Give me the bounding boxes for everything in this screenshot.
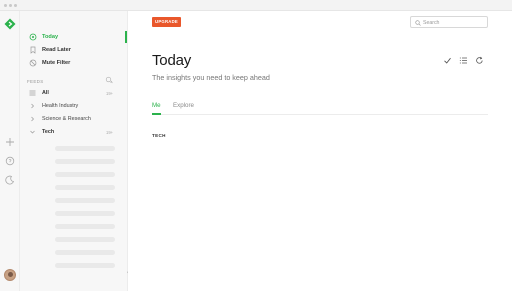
today-icon — [29, 33, 37, 41]
feed-item-label: All — [42, 90, 49, 96]
active-tab-indicator — [152, 113, 161, 115]
sidebar-item-today[interactable]: Today — [20, 31, 127, 43]
sidebar-item-mute-filter[interactable]: Mute Filter — [20, 57, 127, 69]
loading-placeholder — [55, 250, 115, 255]
feed-item-label: Health Industry — [42, 103, 79, 109]
user-avatar[interactable] — [4, 269, 16, 281]
section-label: TECH — [152, 133, 166, 138]
loading-placeholder — [55, 172, 115, 177]
search-box[interactable] — [410, 16, 488, 28]
add-icon[interactable] — [5, 137, 15, 147]
loading-placeholder — [55, 146, 115, 151]
feed-item-science-research[interactable]: Science & Research — [20, 113, 127, 125]
mute-icon — [29, 59, 37, 67]
loading-placeholder — [55, 185, 115, 190]
loading-placeholder — [55, 159, 115, 164]
loading-placeholder — [55, 211, 115, 216]
refresh-icon[interactable] — [475, 56, 484, 65]
bookmark-icon — [30, 46, 36, 54]
sidebar-item-label: Mute Filter — [42, 60, 71, 66]
feed-item-all[interactable]: All 19+ — [20, 87, 127, 99]
page-title: Today — [152, 52, 192, 69]
sidebar-item-label: Today — [42, 34, 59, 40]
chevron-right-icon[interactable] — [29, 116, 36, 122]
unread-count: 19+ — [106, 129, 114, 135]
window-dot — [14, 4, 17, 7]
mark-as-read-icon[interactable] — [443, 56, 452, 65]
feed-item-health-industry[interactable]: Health Industry — [20, 100, 127, 112]
active-indicator — [125, 31, 127, 43]
loading-placeholder — [55, 198, 115, 203]
feed-item-tech[interactable]: Tech 19+ — [20, 126, 127, 138]
icon-rail — [0, 11, 20, 291]
help-icon[interactable] — [5, 156, 15, 166]
page-subtitle: The insights you need to keep ahead — [152, 73, 270, 82]
search-input[interactable] — [423, 18, 485, 27]
window-dot — [9, 4, 12, 7]
loading-placeholder — [55, 224, 115, 229]
feed-item-label: Science & Research — [42, 116, 91, 122]
feedly-logo-icon[interactable] — [4, 18, 16, 30]
night-mode-icon[interactable] — [5, 175, 15, 185]
tab-divider — [152, 114, 488, 115]
list-view-icon[interactable] — [459, 56, 468, 65]
main-content: UPGRADE Today The insights you need to k… — [128, 11, 512, 291]
search-icon — [415, 19, 421, 26]
tab-me[interactable]: Me — [152, 102, 161, 109]
add-feed-icon[interactable] — [105, 76, 113, 84]
upgrade-button[interactable]: UPGRADE — [152, 17, 181, 27]
window-dot — [4, 4, 7, 7]
chevron-down-icon[interactable] — [29, 129, 36, 135]
sidebar: Today Read Later Mute Filter FEEDS All 1… — [20, 11, 128, 291]
feed-item-label: Tech — [42, 129, 55, 135]
sidebar-item-label: Read Later — [42, 47, 71, 53]
window-titlebar — [0, 0, 512, 11]
tab-explore[interactable]: Explore — [173, 102, 194, 109]
all-feeds-icon — [29, 90, 36, 96]
loading-placeholder — [55, 263, 115, 268]
feeds-section-label: FEEDS — [27, 79, 44, 84]
chevron-right-icon[interactable] — [29, 103, 36, 109]
unread-count: 19+ — [106, 90, 114, 96]
loading-placeholder — [55, 237, 115, 242]
sidebar-item-read-later[interactable]: Read Later — [20, 44, 127, 56]
